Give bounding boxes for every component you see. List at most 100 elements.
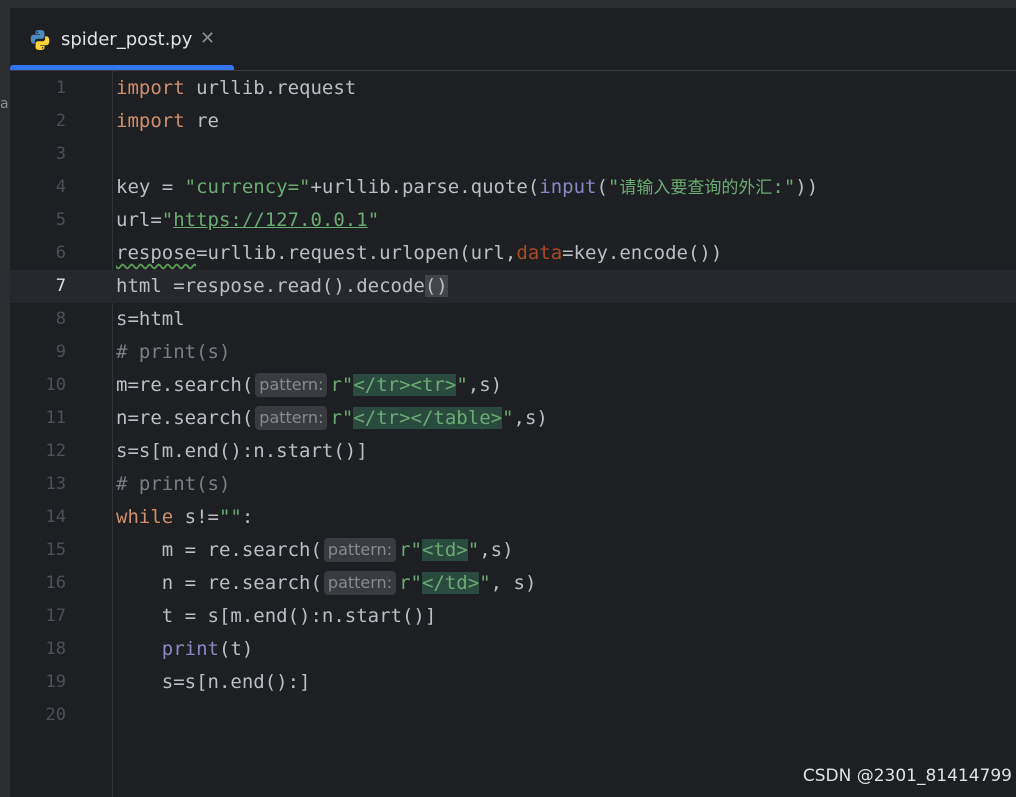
code-line[interactable]: 19 s=s[n.end():] — [10, 666, 1016, 699]
current-code-line[interactable]: 7 html =respose.read().decode() — [10, 270, 1016, 303]
title-strip — [0, 0, 1016, 8]
code-text: ,s) — [513, 407, 548, 429]
keyword-argument: data — [516, 242, 563, 264]
string-literal: "currency=" — [184, 176, 311, 198]
parameter-hint: pattern: — [255, 373, 328, 397]
string-literal: " — [479, 572, 491, 594]
code-line[interactable]: 2 import re — [10, 105, 1016, 138]
string-literal: r" — [399, 539, 422, 561]
line-number: 15 — [45, 540, 66, 560]
comment: # print(s) — [116, 473, 231, 495]
code-text: , s) — [490, 572, 537, 594]
builtin-function: print — [161, 638, 219, 660]
string-literal: r" — [330, 374, 354, 396]
string-literal: " — [367, 209, 380, 231]
code-line[interactable]: 14 while s!="": — [10, 501, 1016, 534]
code-text: urllib.request — [184, 77, 357, 99]
code-line[interactable]: 6 respose=urllib.request.urlopen(url,dat… — [10, 237, 1016, 270]
code-line[interactable]: 1 import urllib.request — [10, 72, 1016, 105]
code-line[interactable]: 15 m = re.search(pattern: r"<td>",s) — [10, 534, 1016, 567]
close-icon[interactable]: ✕ — [200, 27, 215, 51]
string-literal: r" — [399, 572, 422, 594]
line-number: 6 — [55, 243, 66, 263]
code-text: s!= — [173, 506, 219, 528]
regex-injection: <td> — [421, 539, 468, 561]
code-line[interactable]: 11 n=re.search(pattern: r"</tr></table>",… — [10, 402, 1016, 435]
url-link[interactable]: https://127.0.0.1 — [173, 209, 367, 231]
line-number: 20 — [45, 705, 66, 725]
code-text: s=html — [116, 308, 185, 330]
parameter-hint: pattern: — [323, 538, 397, 562]
watermark: CSDN @2301_81414799 — [802, 766, 1012, 786]
line-number: 3 — [55, 144, 66, 164]
string-literal: " — [467, 539, 480, 561]
line-number: 2 — [55, 111, 66, 131]
code-text: n = re.search( — [116, 572, 322, 594]
code-line[interactable]: 4 key = "currency="+urllib.parse.quote(i… — [10, 171, 1016, 204]
builtin-function: input — [539, 176, 597, 198]
line-number: 4 — [55, 177, 66, 197]
project-panel-letter: a — [0, 96, 9, 112]
editor-tab-bar: spider_post.py ✕ — [10, 8, 1016, 71]
python-icon — [28, 28, 52, 52]
line-number: 16 — [45, 573, 66, 593]
code-text: url= — [116, 209, 162, 231]
keyword: import — [116, 110, 185, 132]
code-text: key = — [116, 176, 185, 198]
code-text: s=s[n.end():] — [116, 671, 311, 693]
line-number: 1 — [55, 78, 66, 98]
line-number: 11 — [45, 408, 66, 428]
line-number: 14 — [45, 507, 66, 527]
code-text: : — [241, 506, 254, 528]
code-line[interactable]: 8 s=html — [10, 303, 1016, 336]
code-line[interactable]: 18 print(t) — [10, 633, 1016, 666]
matched-brace: () — [424, 275, 448, 297]
regex-injection: </td> — [421, 572, 480, 594]
code-editor[interactable]: 1 import urllib.request 2 import re 3 4 … — [10, 71, 1016, 797]
code-text: =key.encode()) — [562, 242, 723, 264]
line-number: 12 — [45, 441, 66, 461]
code-text: +urllib.parse.quote( — [310, 176, 540, 198]
code-line[interactable]: 17 t = s[m.end():n.start()] — [10, 600, 1016, 633]
code-text: n=re.search( — [116, 407, 254, 429]
code-line[interactable]: 10 m=re.search(pattern: r"</tr><tr>",s) — [10, 369, 1016, 402]
code-text: ,s) — [479, 539, 514, 561]
code-line[interactable]: 13 # print(s) — [10, 468, 1016, 501]
line-number: 18 — [45, 639, 66, 659]
string-literal-cjk: 请输入要查询的外汇 — [619, 178, 773, 198]
string-literal: :" — [772, 176, 796, 198]
code-text: re — [184, 110, 219, 132]
line-number: 5 — [55, 210, 66, 230]
code-text: m=re.search( — [116, 374, 254, 396]
code-text: =urllib.request.urlopen(url, — [196, 242, 517, 264]
code-line[interactable]: 16 n = re.search(pattern: r"</td>", s) — [10, 567, 1016, 600]
code-text: html =respose.read().decode — [116, 275, 425, 297]
code-line[interactable]: 12 s=s[m.end():n.start()] — [10, 435, 1016, 468]
code-text: (t) — [218, 638, 254, 660]
code-line[interactable]: 20 — [10, 699, 1016, 732]
code-text: s=s[m.end():n.start()] — [116, 440, 368, 462]
code-line[interactable]: 9 # print(s) — [10, 336, 1016, 369]
code-text: )) — [795, 176, 819, 198]
code-line[interactable]: 3 — [10, 138, 1016, 171]
code-line[interactable]: 5 url="https://127.0.0.1" — [10, 204, 1016, 237]
tab-filename: spider_post.py — [61, 29, 193, 50]
line-number: 17 — [45, 606, 66, 626]
line-number: 8 — [55, 309, 66, 329]
active-tab-indicator — [10, 65, 234, 70]
parameter-hint: pattern: — [323, 571, 397, 595]
line-number: 7 — [55, 276, 66, 296]
comment: # print(s) — [116, 341, 231, 363]
parameter-hint: pattern: — [255, 406, 328, 430]
line-number: 13 — [45, 474, 66, 494]
line-number: 9 — [55, 342, 66, 362]
code-text: m = re.search( — [116, 539, 322, 561]
project-panel-edge[interactable]: a — [0, 8, 10, 797]
typo-warning-variable[interactable]: respose — [116, 242, 196, 264]
tab-spider-post[interactable]: spider_post.py ✕ — [10, 8, 234, 70]
line-number: 10 — [45, 375, 66, 395]
string-literal: " — [607, 176, 620, 198]
string-literal: " — [456, 374, 468, 396]
string-literal: " — [502, 407, 514, 429]
